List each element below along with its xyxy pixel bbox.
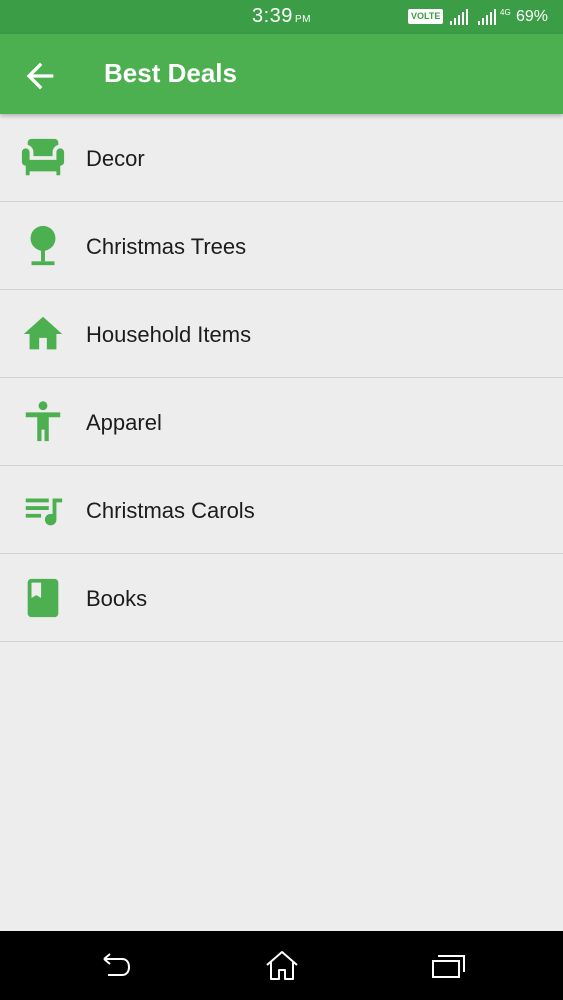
armchair-icon [21, 138, 65, 176]
battery-percentage: 69% [516, 8, 549, 25]
home-icon [266, 951, 298, 980]
list-item-label: Decor [86, 146, 145, 171]
back-button[interactable] [20, 56, 60, 96]
list-item-apparel[interactable]: Apparel [0, 378, 563, 466]
list-item-christmas-carols[interactable]: Christmas Carols [0, 466, 563, 554]
status-time-value: 3:39 [252, 5, 293, 27]
list-item-household-items[interactable]: Household Items [0, 290, 563, 378]
page-title: Best Deals [104, 58, 237, 88]
app-bar: Best Deals [0, 34, 563, 114]
recents-icon [432, 955, 465, 978]
signal-strength-icon [478, 9, 496, 25]
list-item-label: Books [86, 586, 148, 611]
list-item-label: Apparel [86, 410, 162, 435]
person-icon [25, 401, 61, 442]
status-time: 3:39 PM [252, 5, 311, 28]
list-item-label: Christmas Trees [86, 234, 247, 259]
volte-badge: VOLTE [408, 9, 444, 24]
list-item-books[interactable]: Books [0, 554, 563, 642]
playlist-music-icon [25, 498, 63, 526]
home-icon [23, 316, 63, 350]
list-item-label: Christmas Carols [86, 498, 255, 523]
nav-back-button[interactable] [96, 949, 136, 983]
arrow-back-icon [26, 62, 54, 90]
status-bar: 3:39 PM VOLTE 4G 69% [0, 0, 563, 34]
category-list: Decor Christmas Trees Household Items Ap… [0, 114, 563, 642]
list-item-christmas-trees[interactable]: Christmas Trees [0, 202, 563, 290]
nav-recents-button[interactable] [428, 949, 468, 983]
tree-icon [30, 225, 56, 266]
status-time-ampm: PM [294, 14, 311, 25]
signal-strength-icon [450, 9, 468, 25]
system-nav-bar [0, 931, 563, 1000]
nav-home-button[interactable] [262, 949, 302, 983]
book-icon [27, 578, 59, 618]
list-item-label: Household Items [86, 322, 252, 347]
network-type-label: 4G [500, 8, 511, 17]
back-icon [103, 953, 131, 976]
list-item-decor[interactable]: Decor [0, 114, 563, 202]
